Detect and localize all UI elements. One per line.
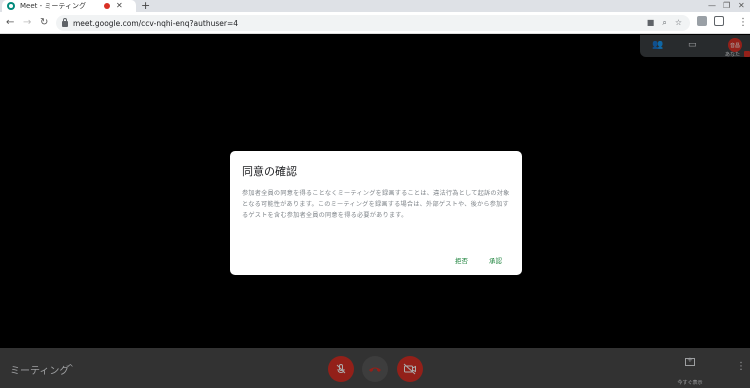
people-icon[interactable]: 👥: [652, 40, 663, 50]
more-options-icon[interactable]: ⋮: [736, 362, 746, 372]
address-bar[interactable]: meet.google.com/ccv-nqhi-enq?authuser=4 …: [56, 15, 690, 31]
recording-dot-icon: [104, 3, 110, 9]
present-now-label: 今すぐ表示: [677, 380, 703, 386]
accept-button[interactable]: 承認: [489, 255, 502, 265]
camera-icon[interactable]: ■: [647, 17, 655, 29]
new-tab-button[interactable]: +: [141, 0, 150, 12]
lock-icon: [62, 18, 68, 27]
browser-tab-strip: Meet - ミーティング ✕ + — ❐ ✕: [0, 0, 750, 12]
minimize-button[interactable]: —: [708, 1, 716, 11]
camera-off-button[interactable]: [397, 356, 423, 382]
dialog-title: 同意の確認: [242, 165, 297, 178]
reload-icon[interactable]: ↻: [40, 17, 48, 29]
url-text: meet.google.com/ccv-nqhi-enq?authuser=4: [73, 18, 238, 28]
present-screen-icon: [685, 356, 695, 366]
hangup-icon: [369, 367, 381, 372]
browser-toolbar: ← → ↻ meet.google.com/ccv-nqhi-enq?authu…: [0, 12, 750, 34]
bookmark-star-icon[interactable]: ☆: [675, 17, 682, 29]
zoom-icon[interactable]: ⌕: [662, 17, 666, 29]
chevron-up-icon[interactable]: ^: [67, 362, 74, 374]
back-arrow-icon[interactable]: ←: [6, 17, 14, 29]
camera-off-icon: [403, 363, 416, 375]
forward-arrow-icon[interactable]: →: [23, 17, 31, 29]
mic-off-icon: [336, 364, 346, 374]
browser-tab-meet[interactable]: Meet - ミーティング ✕: [2, 0, 136, 12]
extension-icon[interactable]: [697, 16, 707, 26]
restore-button[interactable]: ❐: [723, 1, 730, 11]
meet-top-right-panel: 👥 ▭ 音昌 あなた: [640, 35, 750, 58]
browser-menu-icon[interactable]: ⋮: [738, 17, 748, 29]
recording-indicator-icon: [744, 51, 750, 57]
window-close-button[interactable]: ✕: [738, 1, 745, 11]
leave-call-button[interactable]: [362, 356, 388, 382]
meet-bottom-bar: ミーティング ^ 今すぐ表示 ⋮: [0, 348, 750, 388]
consent-dialog: 同意の確認 参加者全員の同意を得ることなくミーティングを録画することは、違法行為…: [230, 151, 522, 275]
dialog-body: 参加者全員の同意を得ることなくミーティングを録画することは、違法行為として起訴の…: [242, 190, 510, 219]
meeting-title[interactable]: ミーティング: [10, 362, 69, 377]
decline-button[interactable]: 拒否: [455, 255, 468, 265]
chat-icon[interactable]: ▭: [688, 40, 697, 50]
screen: Meet - ミーティング ✕ + — ❐ ✕ ← → ↻ meet.googl…: [0, 0, 750, 388]
mic-off-button[interactable]: [328, 356, 354, 382]
avatar: 音昌: [728, 38, 742, 52]
tab-close-icon[interactable]: ✕: [116, 2, 123, 10]
profile-extension-icon[interactable]: [714, 16, 724, 26]
tab-title: Meet - ミーティング: [20, 2, 86, 10]
present-now-button[interactable]: 今すぐ表示: [672, 356, 708, 388]
you-label: あなた: [724, 52, 740, 58]
meet-favicon-icon: [7, 2, 15, 10]
